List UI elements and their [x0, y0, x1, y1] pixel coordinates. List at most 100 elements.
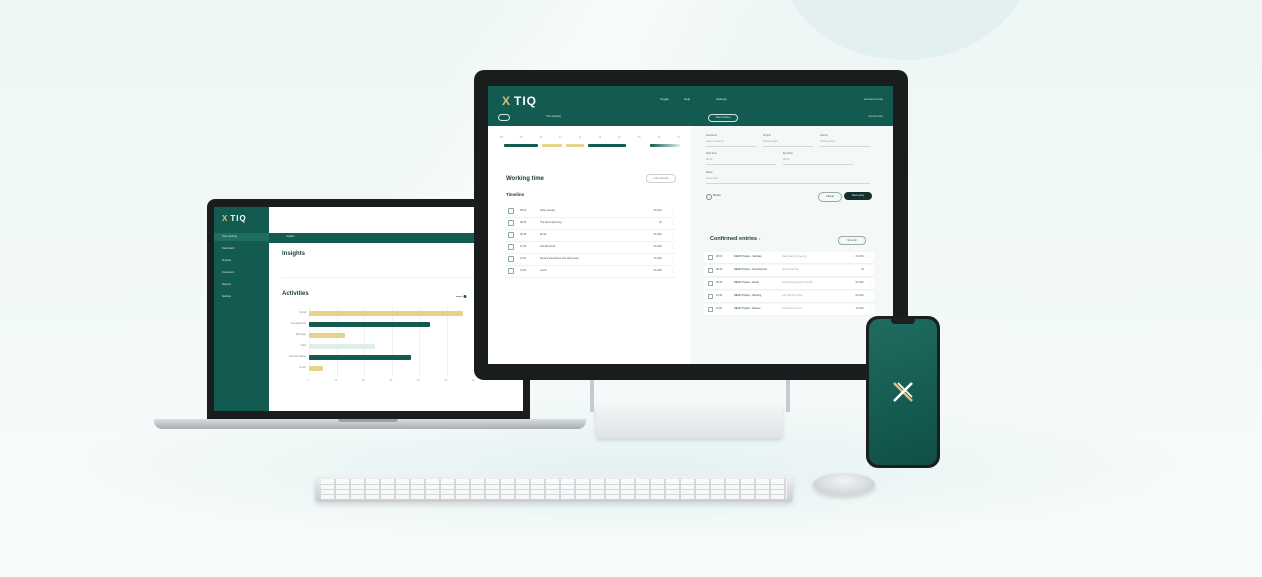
row-duration: 0h 15m	[653, 209, 662, 212]
laptop-sidebar: X TIQ Time tracking Dashboard Projects Cu…	[214, 207, 269, 411]
confirmed-row[interactable]: 09:45 DEMO Project - Email Answering custo…	[704, 278, 874, 290]
timeline-block[interactable]	[566, 144, 584, 147]
project-field[interactable]: Select project	[763, 140, 813, 147]
tab-insights[interactable]: Insights	[286, 235, 295, 238]
more-icon[interactable]: ⋮	[672, 257, 675, 260]
row-desc: Call with Microsoft	[782, 294, 803, 297]
timeline-row[interactable]: 09:45 Email 0h 45m ⋮	[506, 230, 676, 242]
timeline-hour: 17	[677, 136, 680, 139]
show-all-button[interactable]: Show all	[838, 236, 866, 245]
nav-item-settings[interactable]: Settings	[716, 97, 727, 101]
row-time: 13:00	[520, 269, 527, 272]
activity-icon	[508, 208, 514, 214]
more-icon[interactable]: ⋮	[672, 209, 675, 212]
timeline-row[interactable]: 08:30 TIQ Sprint planning 1h ⋮	[506, 218, 676, 230]
timeline-block[interactable]	[650, 144, 680, 147]
more-icon[interactable]: ⋮	[870, 281, 873, 284]
activity-icon	[508, 256, 514, 262]
activity-bar[interactable]	[309, 333, 345, 338]
timeline-row[interactable]: 11:00 Review timesheets with client team 1…	[506, 254, 676, 266]
timeline-row[interactable]: 08:00 Daily standup 0h 15m ⋮	[506, 206, 676, 218]
nav-item-toggle[interactable]: Toggle	[660, 97, 669, 101]
activity-bar[interactable]	[309, 322, 430, 327]
row-time: 09:45	[520, 233, 527, 236]
more-icon[interactable]: ⋮	[672, 269, 675, 272]
cancel-button[interactable]: Cancel	[818, 192, 842, 202]
activity-label: Documentation	[289, 355, 306, 358]
activity-icon	[508, 244, 514, 250]
more-icon[interactable]: ⋮	[870, 255, 873, 258]
billable-label: Billable	[713, 194, 722, 197]
row-duration: 0h 45m	[653, 269, 662, 272]
activity-label: Meetings	[295, 333, 306, 336]
confirmed-row[interactable]: 08:30 DEMO Project - Development Sprint pl…	[704, 265, 874, 277]
row-checkbox[interactable]	[708, 255, 713, 260]
more-icon[interactable]: ⋮	[870, 294, 873, 297]
activity-bar[interactable]	[309, 311, 463, 316]
timeline-block[interactable]	[542, 144, 562, 147]
save-entry-button[interactable]: Save entry	[844, 192, 872, 200]
row-checkbox[interactable]	[708, 307, 713, 312]
more-icon[interactable]: ⋮	[870, 307, 873, 310]
timeline-row[interactable]: 10:30 Call Microsoft 0h 30m ⋮	[506, 242, 676, 254]
tiq-logo-icon	[893, 382, 913, 402]
sidebar-item-customers[interactable]: Customers	[214, 269, 269, 277]
start-tracking-button[interactable]: Start tracking	[708, 114, 738, 122]
sidebar-item-time-tracking[interactable]: Time tracking	[214, 233, 269, 241]
timeline-row[interactable]: 13:00 Lunch 0h 45m ⋮	[506, 266, 676, 278]
activity-label: Lunch	[299, 366, 306, 369]
monitor-screen: X TIQ Toggle Help Settings Account name T…	[488, 86, 893, 364]
activity-field[interactable]: Select activity	[820, 140, 870, 147]
row-checkbox[interactable]	[708, 294, 713, 299]
row-label: Email	[540, 233, 547, 236]
timeline-hour: 08	[500, 136, 503, 139]
row-desc: Answering customer emails	[782, 281, 813, 284]
sidebar-item-dashboard[interactable]: Dashboard	[214, 245, 269, 253]
nav-item-help[interactable]: Help	[684, 97, 690, 101]
row-checkbox[interactable]	[708, 281, 713, 286]
row-checkbox[interactable]	[708, 268, 713, 273]
row-label: Daily standup	[540, 209, 556, 212]
more-icon[interactable]: ⋮	[870, 268, 873, 271]
timeline-block[interactable]	[504, 144, 538, 147]
confirmed-row[interactable]: 11:00 DEMO Project - Review Timesheet revi…	[704, 304, 874, 316]
add-manually-button[interactable]: Add manually	[646, 174, 676, 183]
confirmed-row[interactable]: 10:30 DEMO Project - Meeting Call with Mic…	[704, 291, 874, 303]
row-label: Call Microsoft	[540, 245, 556, 248]
menu-toggle-icon[interactable]	[498, 114, 510, 121]
grid-line	[336, 307, 338, 377]
current-entry-label: Current entry	[868, 115, 883, 118]
row-label: Lunch	[540, 269, 547, 272]
more-icon[interactable]: ⋮	[672, 245, 675, 248]
phone-notch	[891, 319, 915, 324]
row-label: TIQ Sprint planning	[540, 221, 562, 224]
row-desc: Daily standup meeting	[782, 255, 807, 258]
grid-line	[364, 307, 365, 377]
billable-radio[interactable]	[706, 194, 712, 200]
insights-title: Insights	[282, 251, 306, 257]
sidebar-item-reports[interactable]: Reports	[214, 281, 269, 289]
user-menu[interactable]: Account name	[864, 97, 883, 101]
activity-bar[interactable]	[309, 366, 323, 371]
notes-field[interactable]: Add a note	[706, 177, 870, 184]
end-time-field[interactable]: 00:00	[783, 158, 853, 165]
key-row-divider	[321, 484, 787, 485]
row-desc: Sprint planning	[782, 268, 799, 271]
sidebar-item-projects[interactable]: Projects	[214, 257, 269, 265]
confirmed-row[interactable]: 08:00 DEMO Project - Standup Daily standup…	[704, 252, 874, 264]
activity-icon	[508, 220, 514, 226]
chart-toggle-icon[interactable]	[456, 295, 470, 298]
more-icon[interactable]: ⋮	[672, 233, 675, 236]
start-time-field[interactable]: 00:00	[706, 158, 776, 165]
logo-mark-icon: X	[222, 214, 229, 223]
customer-field[interactable]: Select customer	[706, 140, 756, 147]
sidebar-item-settings[interactable]: Settings	[214, 293, 269, 301]
x-tick-label: 50	[444, 379, 448, 382]
row-label: DEMO Project - Email	[734, 281, 759, 284]
activity-bar[interactable]	[309, 355, 411, 360]
timeline-block[interactable]	[588, 144, 626, 147]
activity-bar[interactable]	[309, 344, 375, 349]
more-icon[interactable]: ⋮	[672, 221, 675, 224]
activity-label: Email	[299, 311, 306, 314]
activity-icon	[508, 268, 514, 274]
